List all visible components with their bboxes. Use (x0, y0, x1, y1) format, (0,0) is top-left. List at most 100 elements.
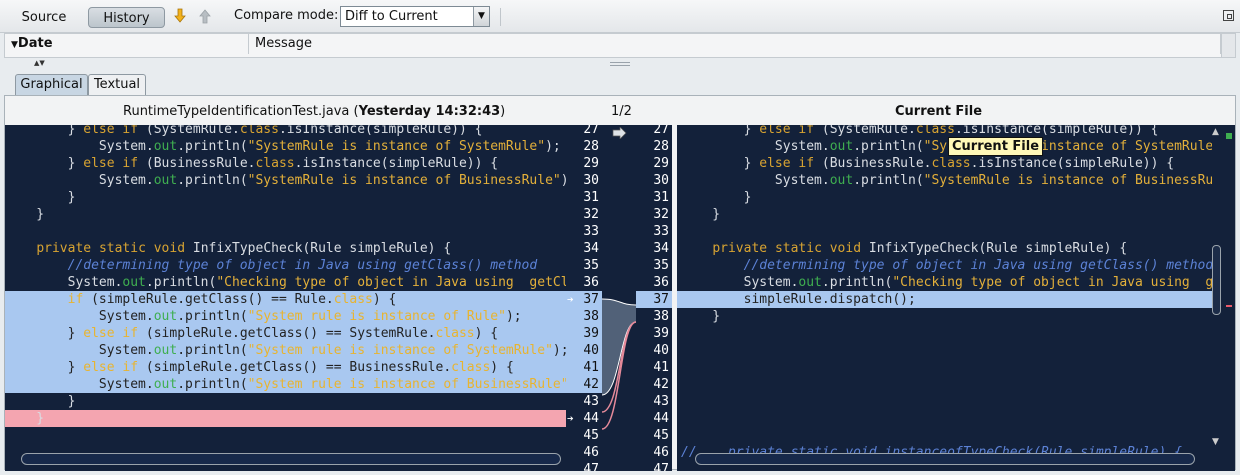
left-code-line (5, 223, 566, 240)
history-toolbar: Source History Compare mode: Diff to Cur… (0, 0, 1240, 33)
left-code-line: System.out.println("System rule is insta… (5, 376, 566, 393)
diff-panel: RuntimeTypeIdentificationTest.java (Yest… (4, 95, 1236, 471)
right-line-number: 47 (653, 462, 669, 471)
right-line-number: 43 (653, 394, 669, 409)
maximize-icon[interactable] (1223, 10, 1234, 21)
left-deletion-arrow-icon[interactable]: ➔ (567, 410, 574, 427)
right-code-line: } else if (BusinessRule.class.isInstance… (681, 156, 1175, 171)
right-code-line (677, 410, 1212, 427)
left-change-arrow-icon[interactable]: ➔ (567, 291, 574, 308)
right-line-number: 30 (653, 173, 669, 188)
right-code-line: } (681, 190, 752, 205)
tab-graphical[interactable]: Graphical (15, 74, 88, 95)
left-code-line: } (5, 190, 76, 205)
right-code-line: } (681, 207, 721, 222)
left-code-line: } (5, 394, 76, 409)
left-code-editor[interactable]: } else if (SystemRule.class.isInstance(s… (5, 125, 566, 471)
scrollbar-thumb[interactable] (1212, 245, 1221, 315)
change-marker[interactable] (1226, 133, 1232, 139)
left-line-number: 36 (583, 275, 599, 290)
next-difference-icon[interactable] (172, 8, 188, 24)
left-line-number: 34 (583, 241, 599, 256)
vertical-scrollbar[interactable]: ▲ ▼ (1212, 125, 1235, 471)
tooltip: Current File (948, 137, 1044, 156)
left-line-number: 28 (583, 139, 599, 154)
left-line-number: 40 (566, 342, 602, 359)
left-line-number: 27 (583, 125, 599, 137)
tab-textual[interactable]: Textual (88, 74, 146, 95)
sort-descending-icon: ▼ (11, 40, 18, 50)
right-code-line: //determining type of object in Java usi… (681, 258, 1212, 273)
left-code-line: System.out.println("Checking type of obj… (5, 275, 566, 290)
right-code-line: System.out.println("SystemRule is instan… (681, 139, 1212, 154)
right-code-line (677, 325, 1212, 342)
right-line-number: 41 (653, 360, 669, 375)
message-column-header[interactable]: Message (249, 34, 1221, 54)
history-table: ▼Date Message (4, 33, 1236, 58)
deletion-marker[interactable] (1226, 305, 1232, 307)
right-line-number: 34 (653, 241, 669, 256)
left-line-number: 33 (583, 224, 599, 239)
left-line-number: 38 (566, 308, 602, 325)
scroll-up-icon[interactable]: ▲ (1212, 127, 1219, 137)
compare-mode-value: Diff to Current (345, 9, 438, 24)
right-line-number: 33 (653, 224, 669, 239)
left-file-title: RuntimeTypeIdentificationTest.java (Yest… (123, 104, 506, 119)
previous-difference-icon[interactable] (197, 8, 213, 24)
left-line-number: 47 (583, 462, 599, 471)
left-line-number: 43 (583, 394, 599, 409)
right-code-line: simpleRule.dispatch(); (677, 291, 1212, 308)
left-code-line: } else if (SystemRule.class.isInstance(s… (5, 125, 483, 137)
left-code-line: System.out.println("SystemRule is instan… (5, 173, 566, 188)
left-code-line: if (simpleRule.getClass() == Rule.class)… (5, 291, 566, 308)
right-line-number: 35 (653, 258, 669, 273)
left-code-line: //determining type of object in Java usi… (5, 258, 538, 273)
right-code-line (677, 393, 1212, 410)
left-horizontal-scrollbar[interactable] (21, 453, 561, 465)
right-line-number: 42 (653, 377, 669, 392)
splitter-grip-icon (610, 62, 630, 66)
left-code-line: System.out.println("SystemRule is instan… (5, 139, 561, 154)
left-line-number: 45 (583, 428, 599, 443)
right-code-line: } (681, 309, 721, 324)
right-code-line (677, 359, 1212, 376)
history-scrollbar[interactable] (1221, 34, 1235, 57)
right-line-number: 37 (636, 291, 672, 308)
left-code-line: } else if (BusinessRule.class.isInstance… (5, 156, 499, 171)
left-code-line: System.out.println("System rule is insta… (5, 342, 566, 359)
right-line-numbers: 27 28 29 30 31 32 33 34 35 36 37 38 39 40 41 42 43 44 45 46… (636, 125, 672, 471)
history-button[interactable]: History (88, 7, 165, 28)
diff-position: 1/2 (611, 104, 632, 119)
left-code-line: } (5, 207, 45, 222)
left-code-line (5, 427, 566, 444)
right-code-line: private static void InfixTypeCheck(Rule … (712, 241, 1128, 256)
left-line-number: 32 (583, 207, 599, 222)
split-pane-divider[interactable] (0, 60, 1240, 70)
right-line-number: 28 (653, 139, 669, 154)
left-code-line: private static void InfixTypeCheck(Rule … (36, 241, 452, 256)
right-line-number: 29 (653, 156, 669, 171)
diff-connector-curves (601, 298, 637, 430)
right-code-line (677, 427, 1212, 444)
right-code-line (677, 342, 1212, 359)
left-line-number: 46 (583, 445, 599, 460)
compare-mode-label: Compare mode: (234, 8, 339, 23)
left-line-number: 42 (566, 376, 602, 393)
left-line-number: 35 (583, 258, 599, 273)
left-line-number: 30 (583, 173, 599, 188)
left-line-number: 31 (583, 190, 599, 205)
right-code-line (677, 376, 1212, 393)
left-code-line: } else if (simpleRule.getClass() == Busi… (5, 359, 566, 376)
right-line-number: 38 (653, 309, 669, 324)
source-button[interactable]: Source (8, 7, 80, 28)
right-code-editor[interactable]: } else if (SystemRule.class.isInstance(s… (677, 125, 1212, 471)
right-file-title: Current File (895, 104, 983, 119)
compare-mode-select[interactable]: Diff to Current ▼ (340, 6, 490, 27)
right-line-number: 45 (653, 428, 669, 443)
next-diff-arrow-icon[interactable] (612, 127, 628, 139)
right-horizontal-scrollbar[interactable] (695, 453, 1195, 465)
date-column-header[interactable]: ▼Date (5, 34, 249, 54)
scroll-down-icon[interactable]: ▼ (1212, 437, 1219, 447)
left-code-line: } (5, 410, 566, 427)
chevron-down-icon[interactable]: ▼ (473, 7, 489, 26)
